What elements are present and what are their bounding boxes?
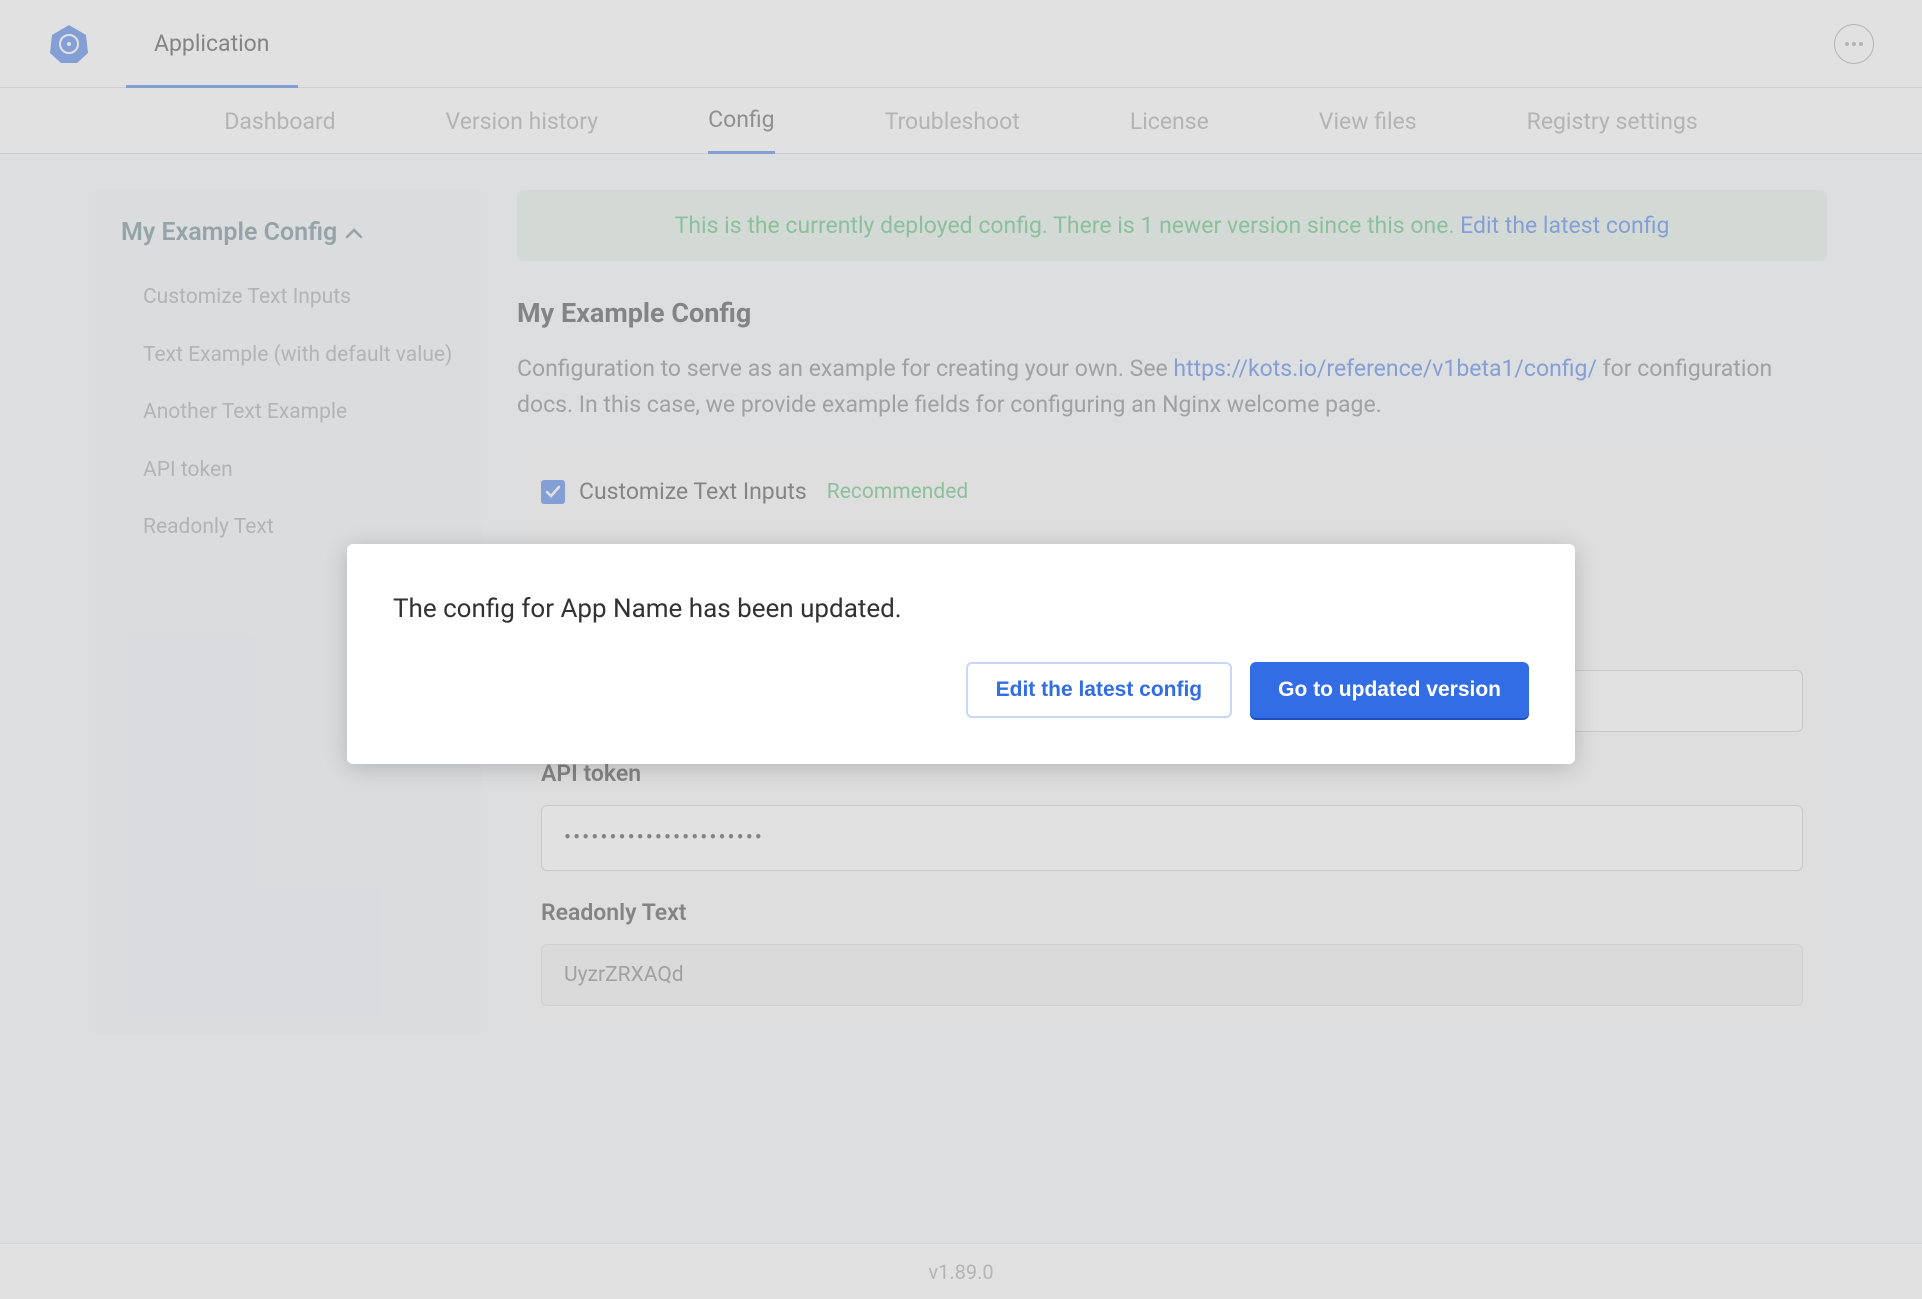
modal-actions: Edit the latest config Go to updated ver… <box>393 662 1529 718</box>
config-updated-modal: The config for App Name has been updated… <box>347 544 1575 764</box>
modal-overlay[interactable]: The config for App Name has been updated… <box>0 0 1922 1299</box>
go-to-updated-version-button[interactable]: Go to updated version <box>1250 662 1529 718</box>
modal-message: The config for App Name has been updated… <box>393 594 1529 624</box>
edit-latest-config-button[interactable]: Edit the latest config <box>966 662 1233 718</box>
